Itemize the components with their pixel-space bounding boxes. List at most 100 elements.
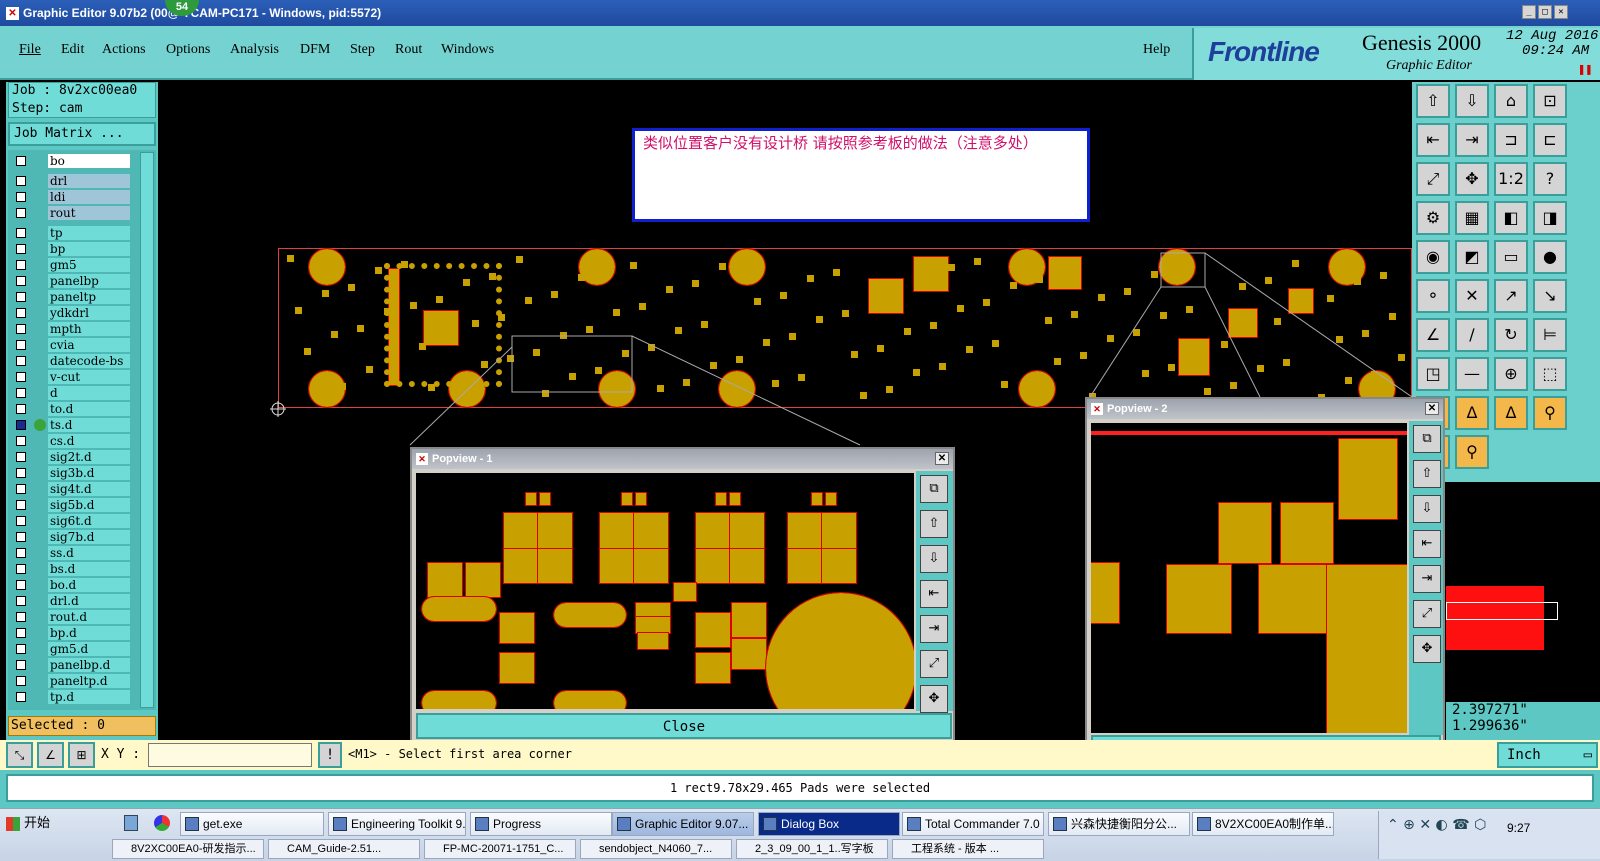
layer-checkbox[interactable]: [16, 260, 26, 270]
popview-tool-icon[interactable]: ⇩: [920, 545, 948, 573]
layer-row[interactable]: v-cut: [10, 370, 134, 384]
layer-checkbox[interactable]: [16, 500, 26, 510]
layer-checkbox[interactable]: [16, 176, 26, 186]
layer-checkbox[interactable]: [16, 420, 26, 430]
close-button[interactable]: ✕: [1554, 5, 1568, 19]
tool-button-icon[interactable]: ↗: [1494, 279, 1528, 313]
layer-checkbox[interactable]: [16, 452, 26, 462]
layer-row[interactable]: sig5b.d: [10, 498, 134, 512]
layer-checkbox[interactable]: [16, 516, 26, 526]
tool-button-icon[interactable]: —: [1455, 357, 1489, 391]
layer-checkbox[interactable]: [16, 228, 26, 238]
popview-tool-icon[interactable]: ⇤: [920, 580, 948, 608]
layer-row[interactable]: bp.d: [10, 626, 134, 640]
snap-icon[interactable]: ⤡: [6, 742, 33, 768]
taskbar-item[interactable]: CAM_Guide-2.51...: [268, 839, 420, 859]
tool-button-icon[interactable]: ∠: [1416, 318, 1450, 352]
start-button[interactable]: 开始: [2, 812, 58, 836]
menu-step[interactable]: Step: [350, 42, 375, 58]
layer-checkbox[interactable]: [16, 276, 26, 286]
popview-tool-icon[interactable]: ⇥: [920, 615, 948, 643]
minimize-button[interactable]: _: [1522, 5, 1536, 19]
layer-checkbox[interactable]: [16, 596, 26, 606]
taskbar-item[interactable]: get.exe: [180, 812, 324, 836]
menu-edit[interactable]: Edit: [61, 42, 84, 58]
layer-row[interactable]: drl: [10, 174, 134, 188]
layer-row[interactable]: ydkdrl: [10, 306, 134, 320]
layer-row[interactable]: paneltp.d: [10, 674, 134, 688]
layer-row[interactable]: panelbp.d: [10, 658, 134, 672]
layer-checkbox[interactable]: [16, 484, 26, 494]
popview-tool-icon[interactable]: ⤢: [920, 650, 948, 678]
popview-tool-icon[interactable]: ⇥: [1413, 565, 1441, 593]
layer-row[interactable]: sig7b.d: [10, 530, 134, 544]
tool-button-icon[interactable]: 1:2: [1494, 162, 1528, 196]
units-selector[interactable]: Inch ▭: [1497, 742, 1598, 768]
layer-checkbox[interactable]: [16, 156, 26, 166]
taskbar-item[interactable]: 兴森快捷衡阳分公...: [1048, 812, 1190, 836]
popview-1-close-icon[interactable]: ✕: [935, 452, 949, 465]
layer-checkbox[interactable]: [16, 340, 26, 350]
menu-analysis[interactable]: Analysis: [230, 42, 279, 58]
popview-2-canvas[interactable]: [1091, 423, 1407, 733]
tool-button-icon[interactable]: Δ: [1455, 396, 1489, 430]
popview-tool-icon[interactable]: ✥: [920, 685, 948, 713]
grid-icon[interactable]: ⊞: [68, 742, 95, 768]
layer-row[interactable]: panelbp: [10, 274, 134, 288]
tool-button-icon[interactable]: ⇩: [1455, 84, 1489, 118]
layer-row[interactable]: cvia: [10, 338, 134, 352]
layer-row[interactable]: paneltp: [10, 290, 134, 304]
tool-button-icon[interactable]: ⇤: [1416, 123, 1450, 157]
layer-row[interactable]: gm5.d: [10, 642, 134, 656]
taskbar-item[interactable]: Engineering Toolkit 9....: [328, 812, 466, 836]
layer-checkbox[interactable]: [16, 356, 26, 366]
menu-options[interactable]: Options: [166, 42, 210, 58]
layer-row[interactable]: sig2t.d: [10, 450, 134, 464]
tool-button-icon[interactable]: ⊐: [1494, 123, 1528, 157]
taskbar-item[interactable]: 工程系统 - 版本 ...: [892, 839, 1044, 859]
popview-tool-icon[interactable]: ⇤: [1413, 530, 1441, 558]
tool-button-icon[interactable]: Δ: [1494, 396, 1528, 430]
layer-checkbox[interactable]: [16, 292, 26, 302]
layer-row[interactable]: sig6t.d: [10, 514, 134, 528]
menu-dfm[interactable]: DFM: [300, 42, 330, 58]
layer-row[interactable]: cs.d: [10, 434, 134, 448]
layer-checkbox[interactable]: [16, 580, 26, 590]
layer-row[interactable]: datecode-bs: [10, 354, 134, 368]
menu-rout[interactable]: Rout: [395, 42, 422, 58]
layer-checkbox[interactable]: [16, 308, 26, 318]
layer-checkbox[interactable]: [16, 676, 26, 686]
tool-button-icon[interactable]: ●: [1533, 240, 1567, 274]
tool-button-icon[interactable]: ⚲: [1533, 396, 1567, 430]
layer-checkbox[interactable]: [16, 660, 26, 670]
tool-button-icon[interactable]: ◧: [1494, 201, 1528, 235]
layer-row[interactable]: tp: [10, 226, 134, 240]
layer-checkbox[interactable]: [16, 564, 26, 574]
quicklaunch-icon-2[interactable]: [154, 815, 170, 831]
layer-row[interactable]: gm5: [10, 258, 134, 272]
tool-button-icon[interactable]: ⚬: [1416, 279, 1450, 313]
tool-button-icon[interactable]: ?: [1533, 162, 1567, 196]
popview-tool-icon[interactable]: ⇩: [1413, 495, 1441, 523]
taskbar-item[interactable]: 8V2XC00EA0-研发指示...: [112, 839, 264, 859]
tool-button-icon[interactable]: ▦: [1455, 201, 1489, 235]
layer-row[interactable]: drl.d: [10, 594, 134, 608]
tool-button-icon[interactable]: ⇥: [1455, 123, 1489, 157]
layer-checkbox[interactable]: [16, 644, 26, 654]
tool-button-icon[interactable]: ⊡: [1533, 84, 1567, 118]
popview-tool-icon[interactable]: ✥: [1413, 635, 1441, 663]
layer-checkbox[interactable]: [16, 388, 26, 398]
layer-row[interactable]: mpth: [10, 322, 134, 336]
layer-checkbox[interactable]: [16, 324, 26, 334]
layer-checkbox[interactable]: [16, 404, 26, 414]
layer-row[interactable]: ldi: [10, 190, 134, 204]
tool-button-icon[interactable]: ↻: [1494, 318, 1528, 352]
layer-checkbox[interactable]: [16, 692, 26, 702]
taskbar-item[interactable]: 2_3_09_00_1_1..写字板: [736, 839, 888, 859]
tool-button-icon[interactable]: ⬚: [1533, 357, 1567, 391]
tool-button-icon[interactable]: ∕: [1455, 318, 1489, 352]
tool-button-icon[interactable]: ⊨: [1533, 318, 1567, 352]
taskbar-item[interactable]: Total Commander 7.0 ...: [902, 812, 1044, 836]
tool-button-icon[interactable]: ⌂: [1494, 84, 1528, 118]
tool-button-icon[interactable]: ⚲: [1455, 435, 1489, 469]
